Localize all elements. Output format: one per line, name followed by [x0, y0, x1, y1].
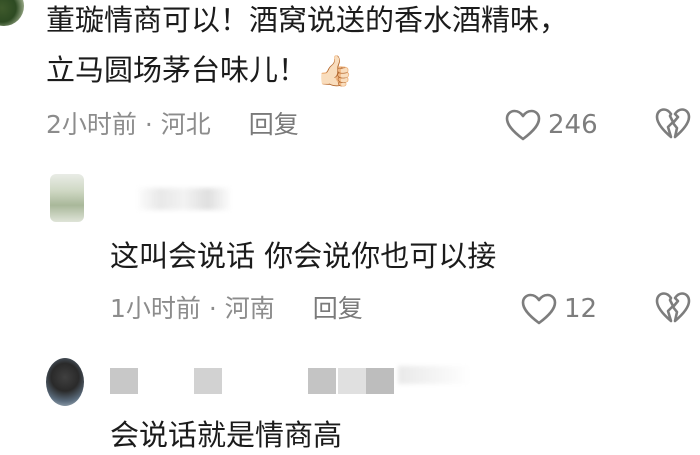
username-pixelated — [110, 368, 138, 394]
avatar[interactable] — [0, 0, 24, 26]
comment-text-line-2: 立马圆场茅台味儿！ 👍🏻 — [46, 48, 354, 92]
avatar[interactable] — [46, 358, 84, 406]
reply-text-partial: 会说话就是情商高 — [110, 418, 343, 452]
like-count: 246 — [548, 110, 598, 140]
comment-time-location: 1小时前 · 河南 — [110, 294, 275, 323]
heart-outline-icon — [520, 292, 558, 326]
reply-text: 这叫会说话 你会说你也可以接 — [110, 239, 497, 273]
username-blurred — [398, 366, 470, 384]
heart-outline-icon — [504, 108, 542, 142]
dislike-button[interactable] — [654, 106, 692, 142]
comment-text: 立马圆场茅台味儿！ — [46, 53, 308, 87]
username-pixelated — [338, 368, 366, 394]
comment-time-location: 2小时前 · 河北 — [46, 110, 211, 139]
broken-heart-icon — [654, 106, 692, 142]
comment-meta: 1小时前 · 河南 回复 — [110, 294, 363, 324]
comment-text-line-1: 董璇情商可以！酒窝说送的香水酒精味， — [46, 3, 569, 37]
dislike-button[interactable] — [654, 290, 692, 326]
username-pixelated — [194, 368, 222, 394]
username-pixelated — [366, 368, 394, 394]
avatar[interactable] — [50, 174, 84, 222]
reply-button[interactable]: 回复 — [249, 110, 299, 139]
comment-meta: 2小时前 · 河北 回复 — [46, 110, 299, 140]
like-count: 12 — [564, 294, 598, 324]
like-button[interactable]: 246 — [504, 108, 598, 142]
broken-heart-icon — [654, 290, 692, 326]
reply-button[interactable]: 回复 — [313, 294, 363, 323]
like-button[interactable]: 12 — [520, 292, 597, 326]
username-blurred[interactable] — [136, 188, 232, 210]
username-pixelated — [308, 368, 336, 394]
thumbs-up-emoji-icon: 👍🏻 — [316, 54, 354, 89]
